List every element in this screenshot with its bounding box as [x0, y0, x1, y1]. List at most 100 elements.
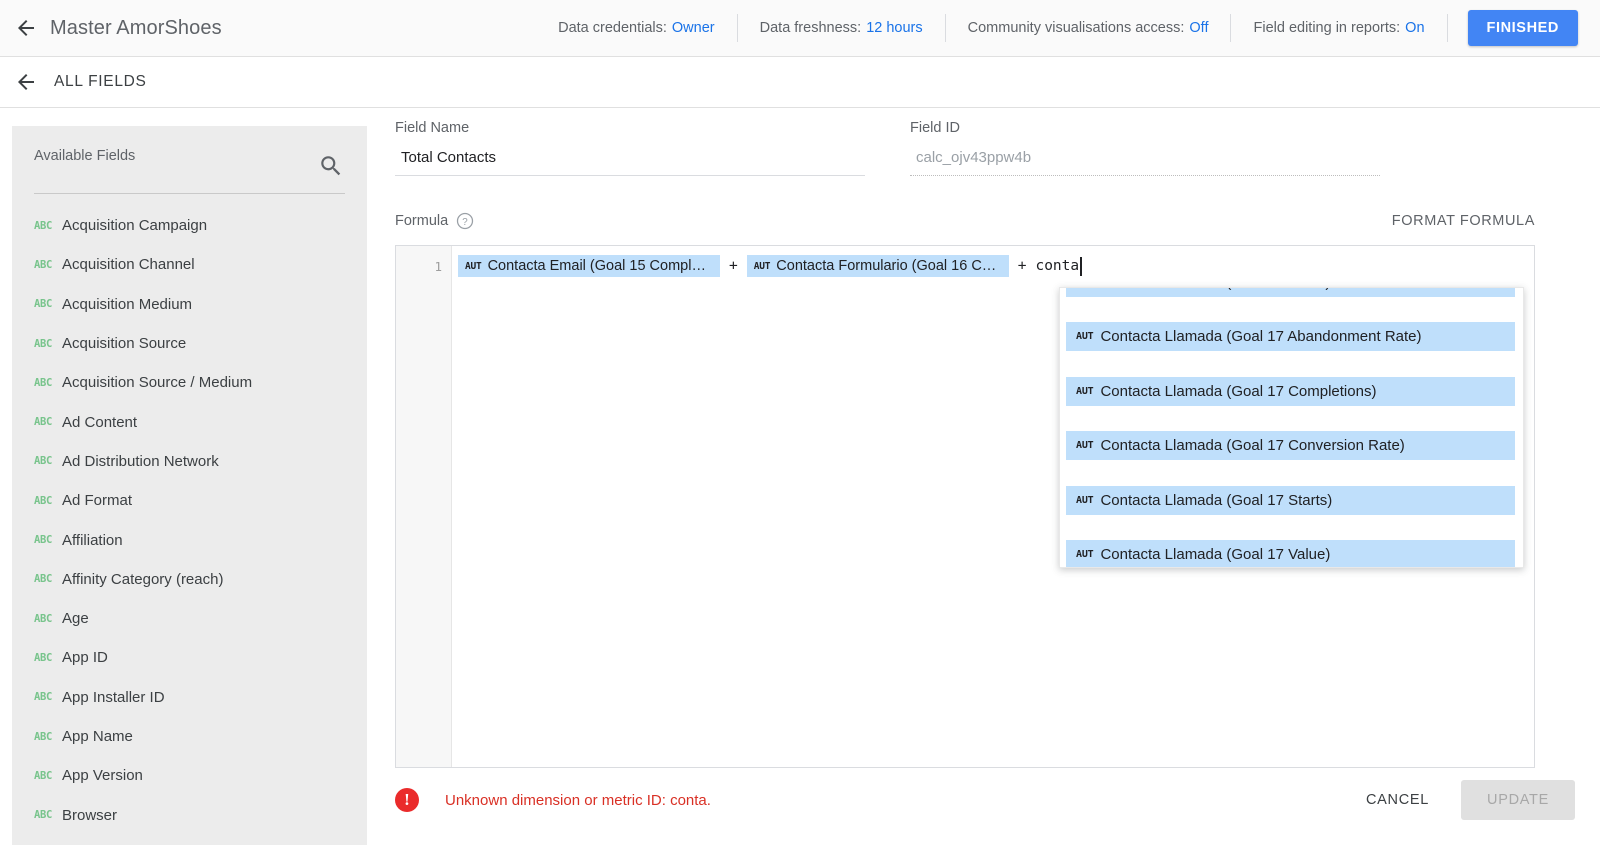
field-list-item[interactable]: ABC Ad Content	[12, 402, 367, 441]
autocomplete-chip[interactable]: AUT Contacta Llamada (Goal 17 Conversion…	[1066, 431, 1515, 461]
meta-community-visualisations-access[interactable]: Community visualisations access: Off	[946, 14, 1232, 42]
autocomplete-item[interactable]: AUT Contacta Llamada (Goal 17 Completion…	[1060, 364, 1523, 419]
chip-type-icon: AUT	[1076, 331, 1094, 343]
available-fields-list[interactable]: ABC Acquisition Campaign ABC Acquisition C…	[12, 194, 367, 835]
topbar-meta-group: Data credentials: Owner Data freshness: …	[536, 0, 1600, 56]
top-app-bar: Master AmorShoes Data credentials: Owner…	[0, 0, 1600, 57]
svg-text:?: ?	[462, 217, 468, 228]
plus-operator: +	[729, 258, 738, 274]
search-icon[interactable]	[318, 153, 344, 179]
field-list-item[interactable]: ABC Browser	[12, 795, 367, 834]
text-caret	[1080, 256, 1082, 276]
field-list-item[interactable]: ABC App Installer ID	[12, 678, 367, 717]
meta-value: 12 hours	[866, 20, 923, 36]
abc-text-type-icon: ABC	[34, 651, 53, 664]
field-list-item-label: Acquisition Source / Medium	[62, 374, 253, 392]
field-list-item[interactable]: ABC Acquisition Campaign	[12, 206, 367, 245]
meta-label: Data freshness:	[759, 20, 862, 36]
autocomplete-chip[interactable]: AUT Contacta Llamada (Goal 17 Completion…	[1066, 376, 1515, 406]
available-fields-title: Available Fields	[34, 148, 136, 164]
field-list-item-label: App Installer ID	[62, 688, 165, 706]
field-list-item-label: App Version	[62, 767, 143, 785]
format-formula-button[interactable]: FORMAT FORMULA	[1392, 213, 1535, 229]
abc-text-type-icon: ABC	[34, 416, 53, 429]
chip-type-icon: AUT	[465, 260, 482, 272]
field-list-item-label: App Name	[62, 728, 133, 745]
chip-type-icon: AUT	[753, 260, 771, 272]
available-fields-panel: Available Fields ABC Acquisition Campaign…	[12, 126, 367, 845]
autocomplete-dropdown[interactable]: AUT Contacta Llamada (Goal 16 Value) AUT…	[1059, 287, 1524, 568]
autocomplete-item[interactable]: AUT Contacta Llamada (Goal 16 Value)	[1060, 287, 1523, 310]
abc-text-type-icon: ABC	[34, 809, 53, 822]
update-button[interactable]: UPDATE	[1461, 780, 1575, 820]
abc-text-type-icon: ABC	[34, 769, 53, 782]
field-name-input[interactable]	[395, 149, 865, 176]
field-list-item-label: Acquisition Campaign	[62, 217, 208, 235]
formula-label: Formula	[395, 213, 449, 229]
meta-label: Data credentials:	[558, 20, 667, 36]
field-list-item[interactable]: ABC App ID	[12, 638, 367, 677]
available-fields-header: Available Fields	[12, 126, 367, 193]
formula-typed-text[interactable]: conta	[1035, 258, 1079, 274]
chip-type-icon: AUT	[1076, 287, 1093, 288]
autocomplete-item-label: Contacta Llamada (Goal 17 Starts)	[1100, 491, 1333, 509]
autocomplete-chip[interactable]: AUT Contacta Llamada (Goal 17 Starts)	[1066, 485, 1515, 515]
help-circle-icon[interactable]: ?	[456, 212, 474, 230]
meta-data-credentials[interactable]: Data credentials: Owner	[536, 14, 738, 42]
autocomplete-list[interactable]: AUT Contacta Llamada (Goal 16 Value) AUT…	[1060, 287, 1523, 567]
abc-text-type-icon: ABC	[34, 730, 53, 743]
autocomplete-chip[interactable]: AUT Contacta Llamada (Goal 17 Value)	[1066, 540, 1515, 567]
meta-label: Field editing in reports:	[1253, 20, 1401, 36]
all-fields-subheader: ALL FIELDS	[0, 57, 1600, 108]
field-list-item-label: Ad Distribution Network	[62, 452, 219, 470]
field-list-item-label: Acquisition Medium	[62, 295, 193, 313]
field-list-item-label: App ID	[62, 649, 108, 667]
editor-line-number: 1	[434, 259, 442, 274]
meta-data-freshness[interactable]: Data freshness: 12 hours	[738, 14, 946, 42]
field-list-item-label: Acquisition Channel	[62, 256, 195, 274]
formula-error-text: Unknown dimension or metric ID: conta.	[445, 791, 711, 809]
autocomplete-chip[interactable]: AUT Contacta Llamada (Goal 17 Abandonmen…	[1066, 322, 1515, 352]
autocomplete-item-label: Contacta Llamada (Goal 17 Value)	[1100, 546, 1331, 564]
autocomplete-chip[interactable]: AUT Contacta Llamada (Goal 16 Value)	[1066, 287, 1515, 297]
field-list-item-label: Age	[62, 610, 89, 628]
meta-value: Owner	[671, 20, 715, 36]
field-list-item[interactable]: ABC Acquisition Source / Medium	[12, 363, 367, 402]
error-exclamation-icon: !	[395, 788, 419, 812]
chip-label: Contacta Email (Goal 15 Completio…	[487, 258, 714, 274]
field-list-item[interactable]: ABC App Version	[12, 756, 367, 795]
field-list-item-label: Ad Content	[62, 413, 138, 431]
abc-text-type-icon: ABC	[34, 612, 53, 625]
field-list-item[interactable]: ABC App Name	[12, 717, 367, 756]
field-list-item[interactable]: ABC Affinity Category (reach)	[12, 560, 367, 599]
field-list-item[interactable]: ABC Ad Format	[12, 481, 367, 520]
field-list-item[interactable]: ABC Affiliation	[12, 520, 367, 559]
back-arrow-icon[interactable]	[14, 70, 38, 94]
field-list-item[interactable]: ABC Age	[12, 599, 367, 638]
meta-value: Off	[1189, 20, 1209, 36]
autocomplete-item[interactable]: AUT Contacta Llamada (Goal 17 Value)	[1060, 528, 1523, 567]
formula-chip[interactable]: AUT Contacta Email (Goal 15 Completio…	[458, 255, 720, 277]
formula-line[interactable]: AUT Contacta Email (Goal 15 Completio… +…	[458, 254, 1534, 278]
chip-type-icon: AUT	[1076, 385, 1094, 397]
plus-operator: +	[1017, 258, 1027, 274]
cancel-button[interactable]: CANCEL	[1348, 782, 1447, 818]
meta-field-editing-in-reports[interactable]: Field editing in reports: On	[1231, 14, 1448, 42]
footer-actions: CANCEL UPDATE	[1348, 780, 1575, 820]
formula-chip[interactable]: AUT Contacta Formulario (Goal 16 Com…	[746, 255, 1009, 277]
finished-button[interactable]: FINISHED	[1467, 10, 1578, 46]
field-list-item-label: Affiliation	[62, 531, 123, 549]
field-list-item[interactable]: ABC Ad Distribution Network	[12, 442, 367, 481]
field-list-item-label: Affinity Category (reach)	[62, 570, 224, 588]
back-arrow-icon[interactable]	[14, 16, 38, 40]
chip-type-icon: AUT	[1076, 440, 1094, 452]
formula-header: Formula ? FORMAT FORMULA	[395, 212, 1535, 230]
formula-error: ! Unknown dimension or metric ID: conta.	[395, 788, 711, 812]
autocomplete-item[interactable]: AUT Contacta Llamada (Goal 17 Conversion…	[1060, 419, 1523, 474]
field-list-item[interactable]: ABC Acquisition Channel	[12, 245, 367, 284]
field-list-item[interactable]: ABC Acquisition Source	[12, 324, 367, 363]
autocomplete-item[interactable]: AUT Contacta Llamada (Goal 17 Starts)	[1060, 473, 1523, 528]
field-id-input[interactable]	[910, 149, 1380, 176]
autocomplete-item[interactable]: AUT Contacta Llamada (Goal 17 Abandonmen…	[1060, 310, 1523, 365]
field-list-item[interactable]: ABC Acquisition Medium	[12, 285, 367, 324]
